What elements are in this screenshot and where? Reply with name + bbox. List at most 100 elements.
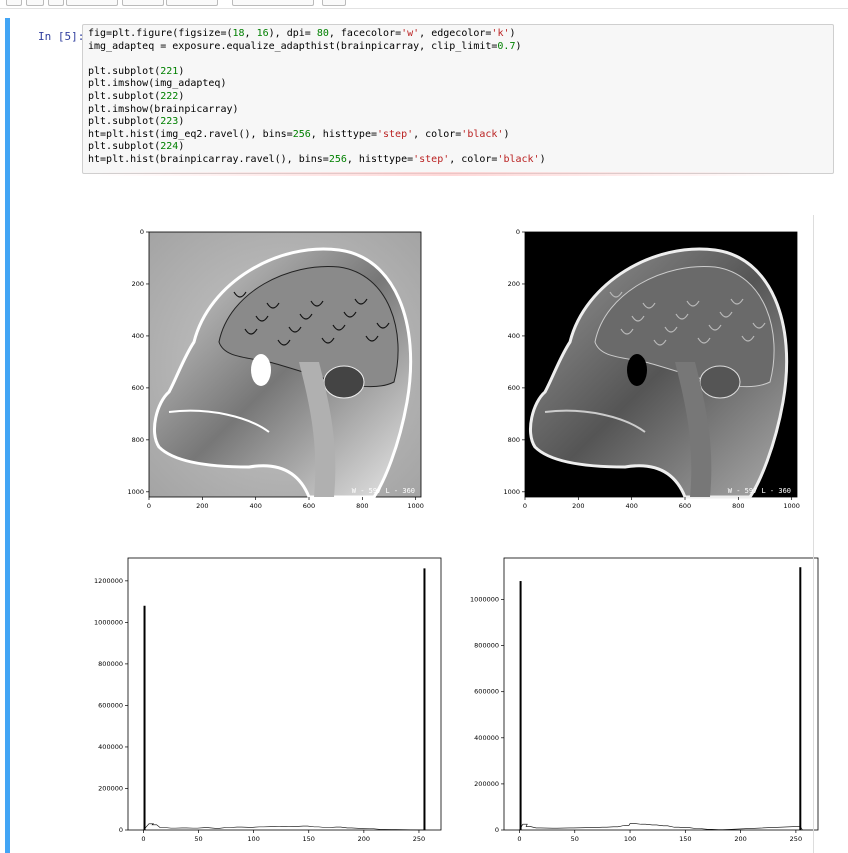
y-tick-label: 400000: [98, 743, 123, 751]
y-tick-label: 1200000: [94, 577, 123, 585]
code-line: plt.imshow(img_adapteq): [88, 78, 546, 91]
code-string: 'step': [413, 153, 450, 165]
code-token: ): [178, 90, 185, 102]
cell-type-dropdown[interactable]: [232, 0, 314, 6]
y-tick-label: 200000: [98, 784, 123, 792]
x-tick-label: 0: [147, 502, 151, 510]
x-tick-label: 100: [624, 835, 636, 843]
code-text[interactable]: fig=plt.figure(figsize=(18, 16), dpi= 80…: [88, 28, 546, 167]
histogram-spike: [799, 567, 802, 830]
cell-selection-bar: [5, 18, 10, 853]
y-tick-label: 600000: [98, 701, 123, 709]
y-tick-label: 1000000: [470, 595, 499, 603]
code-token: ht=plt.hist(img_eq2.ravel(), bins=: [88, 128, 293, 140]
output-figure: W - 597 L - 3600 200 400 600 800 100002004006…: [94, 228, 819, 843]
x-tick-label: 800: [356, 502, 368, 510]
code-string: 'k': [491, 28, 510, 39]
y-tick-label: 800: [508, 436, 520, 444]
toolbar-button[interactable]: [322, 0, 346, 6]
code-token: , edgecolor=: [419, 28, 492, 39]
toolbar-button[interactable]: [122, 0, 164, 6]
code-token: , color=: [413, 128, 462, 140]
code-token: ): [515, 40, 522, 52]
x-tick-label: 200: [196, 502, 208, 510]
histogram-224: 0 50 100 150 200 250 0 200000 400000 600000 800000…: [470, 557, 819, 843]
toolbar-button[interactable]: [166, 0, 218, 6]
code-number: 18: [232, 28, 245, 39]
y-tick-label: 1000: [503, 488, 520, 496]
code-token: plt.imshow(img_adapteq): [88, 78, 227, 90]
code-editor[interactable]: fig=plt.figure(figsize=(18, 16), dpi= 80…: [82, 24, 834, 174]
x-tick-label: 50: [571, 835, 579, 843]
sinus-cavity: [251, 354, 271, 386]
code-token: ): [503, 128, 510, 140]
y-tick-label: 400: [508, 332, 520, 340]
toolbar-button[interactable]: [26, 0, 44, 6]
x-tick-label: 0: [141, 835, 145, 843]
y-tick-label: 400: [132, 332, 144, 340]
code-token: , facecolor=: [328, 28, 402, 39]
y-tick-label: 200000: [474, 780, 499, 788]
y-tick-label: 0: [140, 228, 144, 236]
x-tick-label: 50: [194, 835, 202, 843]
code-token: , color=: [449, 153, 498, 165]
y-tick-label: 600: [508, 384, 520, 392]
code-token: ht=plt.hist(brainpicarray.ravel(), bins=: [88, 153, 329, 165]
code-token: img_adapteq = exposure.equalize_adapthis…: [88, 40, 498, 52]
y-tick-label: 0: [516, 228, 520, 236]
code-token: ), dpi=: [268, 28, 317, 39]
notebook-toolbar: [0, 0, 848, 9]
code-line: plt.imshow(brainpicarray): [88, 104, 546, 117]
y-tick-label: 600000: [474, 688, 499, 696]
code-token: ,: [244, 28, 257, 39]
x-tick-label: 200: [734, 835, 746, 843]
code-number: 221: [160, 65, 179, 77]
code-number: 224: [160, 141, 179, 153]
image-caption-overlay: W - 597 L - 360: [352, 487, 415, 495]
code-token: ): [178, 116, 185, 128]
y-tick-label: 1000000: [94, 618, 123, 626]
code-line: plt.subplot(222): [88, 91, 546, 104]
y-tick-label: 200: [508, 280, 520, 288]
histogram-spike: [423, 568, 426, 830]
y-tick-label: 0: [119, 826, 123, 834]
x-tick-label: 100: [247, 835, 259, 843]
code-number: 222: [160, 90, 179, 102]
toolbar-button[interactable]: [66, 0, 118, 6]
code-token: plt.subplot(: [88, 141, 161, 153]
toolbar-button[interactable]: [48, 0, 64, 6]
code-number: 80: [316, 28, 329, 39]
x-tick-label: 250: [413, 835, 425, 843]
code-token: , histtype=: [346, 153, 414, 165]
x-tick-label: 600: [679, 502, 691, 510]
axes-frame: [503, 557, 819, 831]
code-string: 'step': [377, 128, 414, 140]
code-line: plt.subplot(223): [88, 116, 546, 129]
output-separator: [85, 172, 805, 176]
x-tick-label: 600: [303, 502, 315, 510]
output-scrollbar[interactable]: [813, 215, 814, 853]
code-string: 'w': [401, 28, 420, 39]
y-tick-label: 800000: [98, 660, 123, 668]
x-tick-label: 1000: [407, 502, 424, 510]
code-token: ): [509, 28, 516, 39]
code-token: ): [539, 153, 546, 165]
histogram-spike: [519, 581, 522, 830]
code-number: 0.7: [497, 40, 516, 52]
x-tick-label: 0: [517, 835, 521, 843]
x-tick-label: 800: [732, 502, 744, 510]
code-token: ): [178, 65, 185, 77]
code-line: ht=plt.hist(brainpicarray.ravel(), bins=…: [88, 154, 546, 167]
code-line: fig=plt.figure(figsize=(18, 16), dpi= 80…: [88, 28, 546, 41]
code-line: ht=plt.hist(img_eq2.ravel(), bins=256, h…: [88, 129, 546, 142]
x-tick-label: 1000: [783, 502, 800, 510]
image-panel-222: W - 597 L - 3600 200 400 600 800 100002004006…: [503, 228, 799, 510]
code-token: plt.subplot(: [88, 90, 161, 102]
toolbar-button[interactable]: [6, 0, 22, 6]
image-caption-overlay: W - 597 L - 360: [728, 487, 791, 495]
code-number: 256: [328, 153, 347, 165]
y-tick-label: 0: [495, 826, 499, 834]
sinus-cavity: [627, 354, 647, 386]
code-number: 16: [256, 28, 269, 39]
cerebellum: [699, 365, 741, 399]
